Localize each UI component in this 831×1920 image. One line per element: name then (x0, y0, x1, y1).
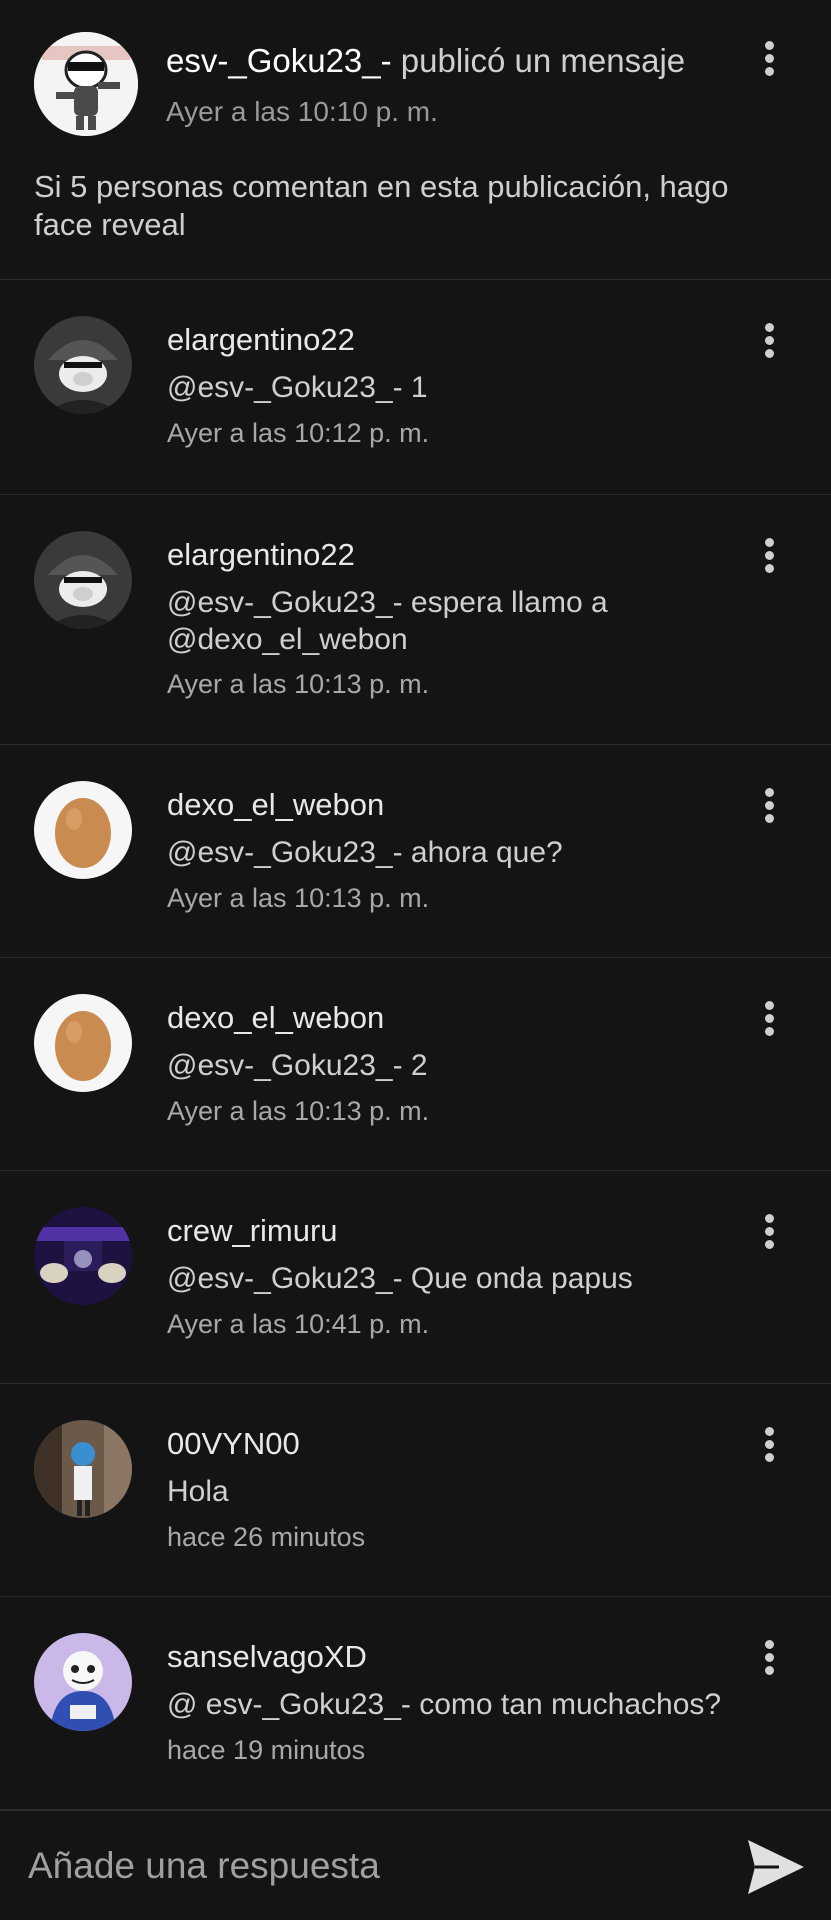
egg-avatar-icon (34, 994, 132, 1092)
character-avatar-icon (34, 1420, 132, 1518)
comment-avatar[interactable] (34, 994, 132, 1092)
comment-item: elargentino22 @esv-_Goku23_- espera llam… (0, 495, 831, 745)
comment-timestamp: Ayer a las 10:13 p. m. (167, 883, 430, 913)
comment-text: @esv-_Goku23_- Que onda papus (167, 1262, 633, 1295)
comment-username[interactable]: elargentino22 (167, 322, 355, 358)
comment-username[interactable]: sanselvagoXD (167, 1639, 367, 1675)
comment-timestamp: Ayer a las 10:12 p. m. (167, 418, 430, 448)
post-action-text: publicó un mensaje (391, 42, 686, 79)
comment-timestamp: Ayer a las 10:13 p. m. (167, 1096, 430, 1126)
comment-item: dexo_el_webon @esv-_Goku23_- ahora que? … (0, 745, 831, 958)
more-vert-icon[interactable] (754, 1636, 784, 1680)
helmet-pig-avatar-icon (34, 531, 132, 629)
post-body-text: Si 5 personas comentan en esta publicaci… (34, 169, 729, 242)
comment-timestamp: Ayer a las 10:13 p. m. (167, 669, 430, 699)
comment-username[interactable]: dexo_el_webon (167, 787, 384, 823)
comment-avatar[interactable] (34, 316, 132, 414)
egg-avatar-icon (34, 781, 132, 879)
comment-avatar[interactable] (34, 1633, 132, 1731)
comment-avatar[interactable] (34, 1420, 132, 1518)
comment-username[interactable]: 00VYN00 (167, 1426, 300, 1462)
send-button[interactable] (745, 1837, 807, 1897)
comment-item: elargentino22 @esv-_Goku23_- 1 Ayer a la… (0, 280, 831, 495)
comment-timestamp: hace 26 minutos (167, 1522, 366, 1552)
reply-input[interactable] (26, 1837, 710, 1895)
more-vert-icon[interactable] (754, 1210, 784, 1254)
send-icon (748, 1840, 804, 1894)
comment-username[interactable]: elargentino22 (167, 537, 355, 573)
purple-stage-avatar-icon (34, 1207, 132, 1305)
comment-item: sanselvagoXD @ esv-_Goku23_- como tan mu… (0, 1597, 831, 1810)
comment-avatar[interactable] (34, 1207, 132, 1305)
more-vert-icon[interactable] (754, 1423, 784, 1467)
comment-text: Hola (167, 1475, 229, 1508)
comment-avatar[interactable] (34, 531, 132, 629)
comment-timestamp: hace 19 minutos (167, 1735, 366, 1765)
post-timestamp: Ayer a las 10:10 p. m. (166, 96, 438, 127)
comment-text: @esv-_Goku23_- espera llamo a @dexo_el_w… (167, 586, 608, 656)
more-vert-icon[interactable] (754, 37, 784, 81)
post-author-name[interactable]: esv-_Goku23_- (166, 42, 392, 79)
comment-text: @esv-_Goku23_- 1 (167, 371, 428, 404)
more-vert-icon[interactable] (754, 784, 784, 828)
comment-item: dexo_el_webon @esv-_Goku23_- 2 Ayer a la… (0, 958, 831, 1171)
comment-text: @esv-_Goku23_- 2 (167, 1049, 428, 1082)
comment-text: @esv-_Goku23_- ahora que? (167, 836, 563, 869)
post-title: esv-_Goku23_- publicó un mensaje (166, 42, 685, 80)
comment-item: 00VYN00 Hola hace 26 minutos (0, 1384, 831, 1597)
comment-username[interactable]: dexo_el_webon (167, 1000, 384, 1036)
more-vert-icon[interactable] (754, 319, 784, 363)
cartoon-character-icon (34, 32, 138, 136)
reply-bar (0, 1810, 831, 1920)
original-post: esv-_Goku23_- publicó un mensaje Ayer a … (0, 0, 831, 280)
comment-item: crew_rimuru @esv-_Goku23_- Que onda papu… (0, 1171, 831, 1384)
helmet-pig-avatar-icon (34, 316, 132, 414)
comment-text: @ esv-_Goku23_- como tan muchachos? (167, 1688, 722, 1721)
comment-timestamp: Ayer a las 10:41 p. m. (167, 1309, 430, 1339)
more-vert-icon[interactable] (754, 997, 784, 1041)
comment-username[interactable]: crew_rimuru (167, 1213, 338, 1249)
comment-avatar[interactable] (34, 781, 132, 879)
skeleton-avatar-icon (34, 1633, 132, 1731)
more-vert-icon[interactable] (754, 534, 784, 578)
post-author-avatar[interactable] (34, 32, 138, 136)
